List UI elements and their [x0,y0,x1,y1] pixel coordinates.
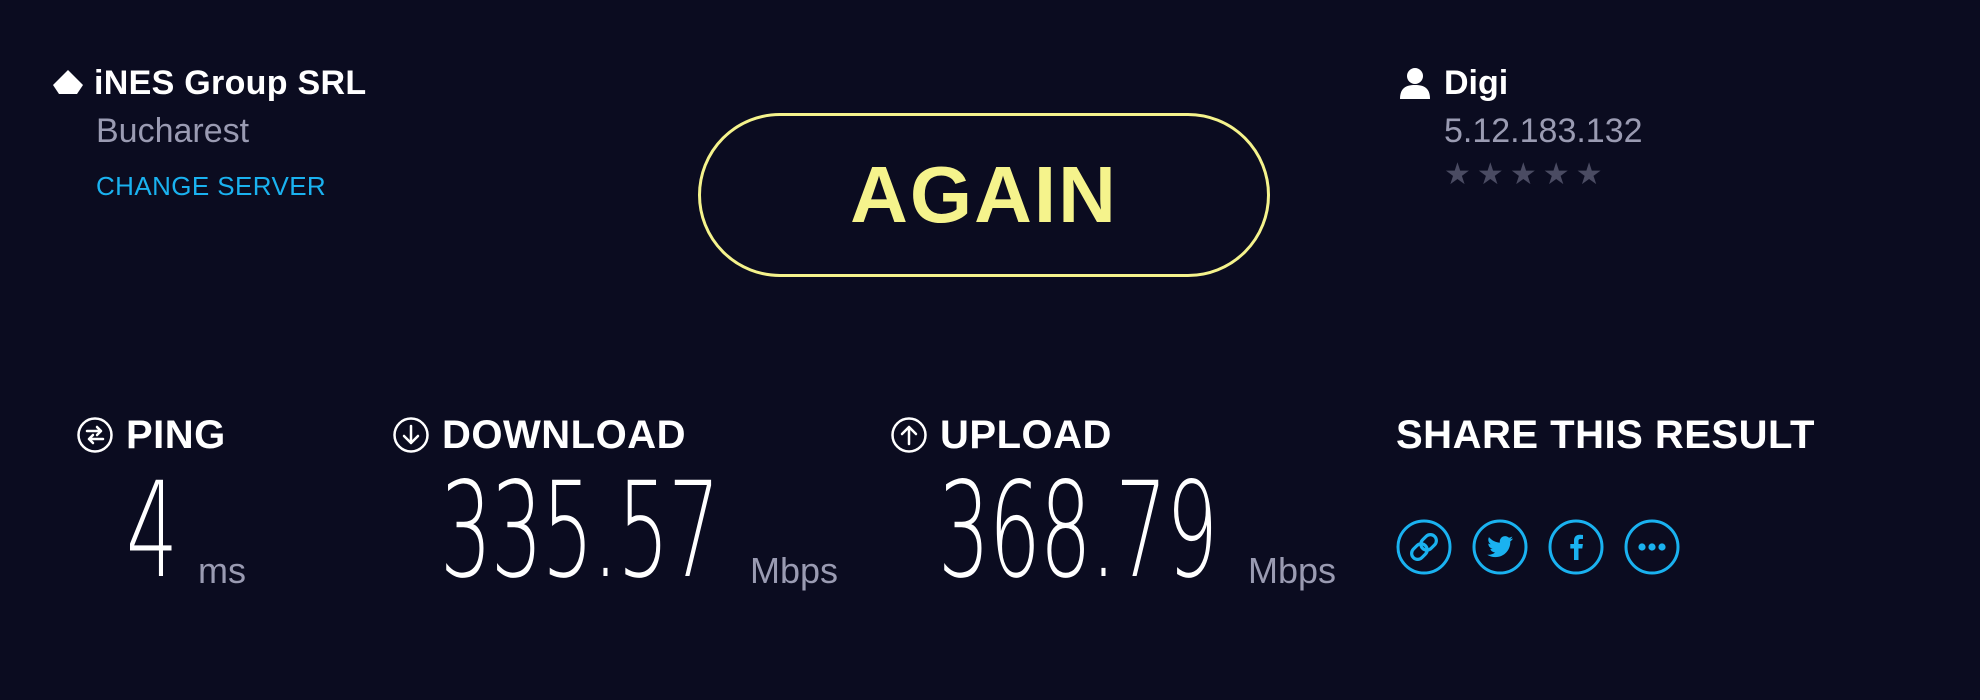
server-pin-icon [50,68,86,98]
download-value-row: 335.57 Mbps [440,465,838,597]
link-icon[interactable] [1396,519,1452,575]
isp-ip-address: 5.12.183.132 [1444,112,1643,150]
twitter-icon[interactable] [1472,519,1528,575]
share-section: SHARE THIS RESULT [1396,413,1815,575]
download-value: 335.57 [440,454,720,608]
star-icon[interactable]: ★ [1543,160,1570,190]
isp-name-row: Digi [1398,62,1643,104]
server-info: iNES Group SRL Bucharest CHANGE SERVER [50,62,366,202]
server-name-row: iNES Group SRL [50,62,366,104]
again-button-label: AGAIN [850,150,1118,239]
star-icon[interactable]: ★ [1576,160,1603,190]
upload-value: 368.79 [938,454,1218,608]
change-server-link[interactable]: CHANGE SERVER [96,170,326,202]
ping-label: PING [126,413,226,457]
download-header: DOWNLOAD [392,413,686,457]
upload-metric: UPLOAD 368.79 Mbps [890,413,1336,597]
share-icons [1396,519,1815,575]
upload-value-row: 368.79 Mbps [938,465,1336,597]
upload-arrow-icon [890,416,928,454]
ping-value: 4 [126,454,178,608]
star-icon[interactable]: ★ [1510,160,1537,190]
user-icon [1398,66,1432,100]
isp-name: Digi [1444,64,1509,102]
facebook-icon[interactable] [1548,519,1604,575]
server-city: Bucharest [96,112,250,150]
isp-info: Digi 5.12.183.132 ★ ★ ★ ★ ★ [1398,62,1643,190]
star-icon[interactable]: ★ [1477,160,1504,190]
again-button[interactable]: AGAIN [698,113,1270,277]
server-name: iNES Group SRL [94,64,367,102]
share-title: SHARE THIS RESULT [1396,413,1815,457]
isp-rating[interactable]: ★ ★ ★ ★ ★ [1444,160,1643,190]
upload-unit: Mbps [1248,550,1337,591]
download-arrow-icon [392,416,430,454]
download-metric: DOWNLOAD 335.57 Mbps [392,413,838,597]
download-label: DOWNLOAD [442,413,686,457]
ping-header: PING [76,413,226,457]
ping-metric: PING 4 ms [76,413,246,597]
ping-icon [76,416,114,454]
upload-label: UPLOAD [940,413,1112,457]
ping-value-row: 4 ms [126,465,246,597]
speedtest-result-page: iNES Group SRL Bucharest CHANGE SERVER A… [0,0,1980,700]
star-icon[interactable]: ★ [1444,160,1471,190]
more-icon[interactable] [1624,519,1680,575]
ping-unit: ms [198,550,246,591]
upload-header: UPLOAD [890,413,1112,457]
download-unit: Mbps [750,550,839,591]
